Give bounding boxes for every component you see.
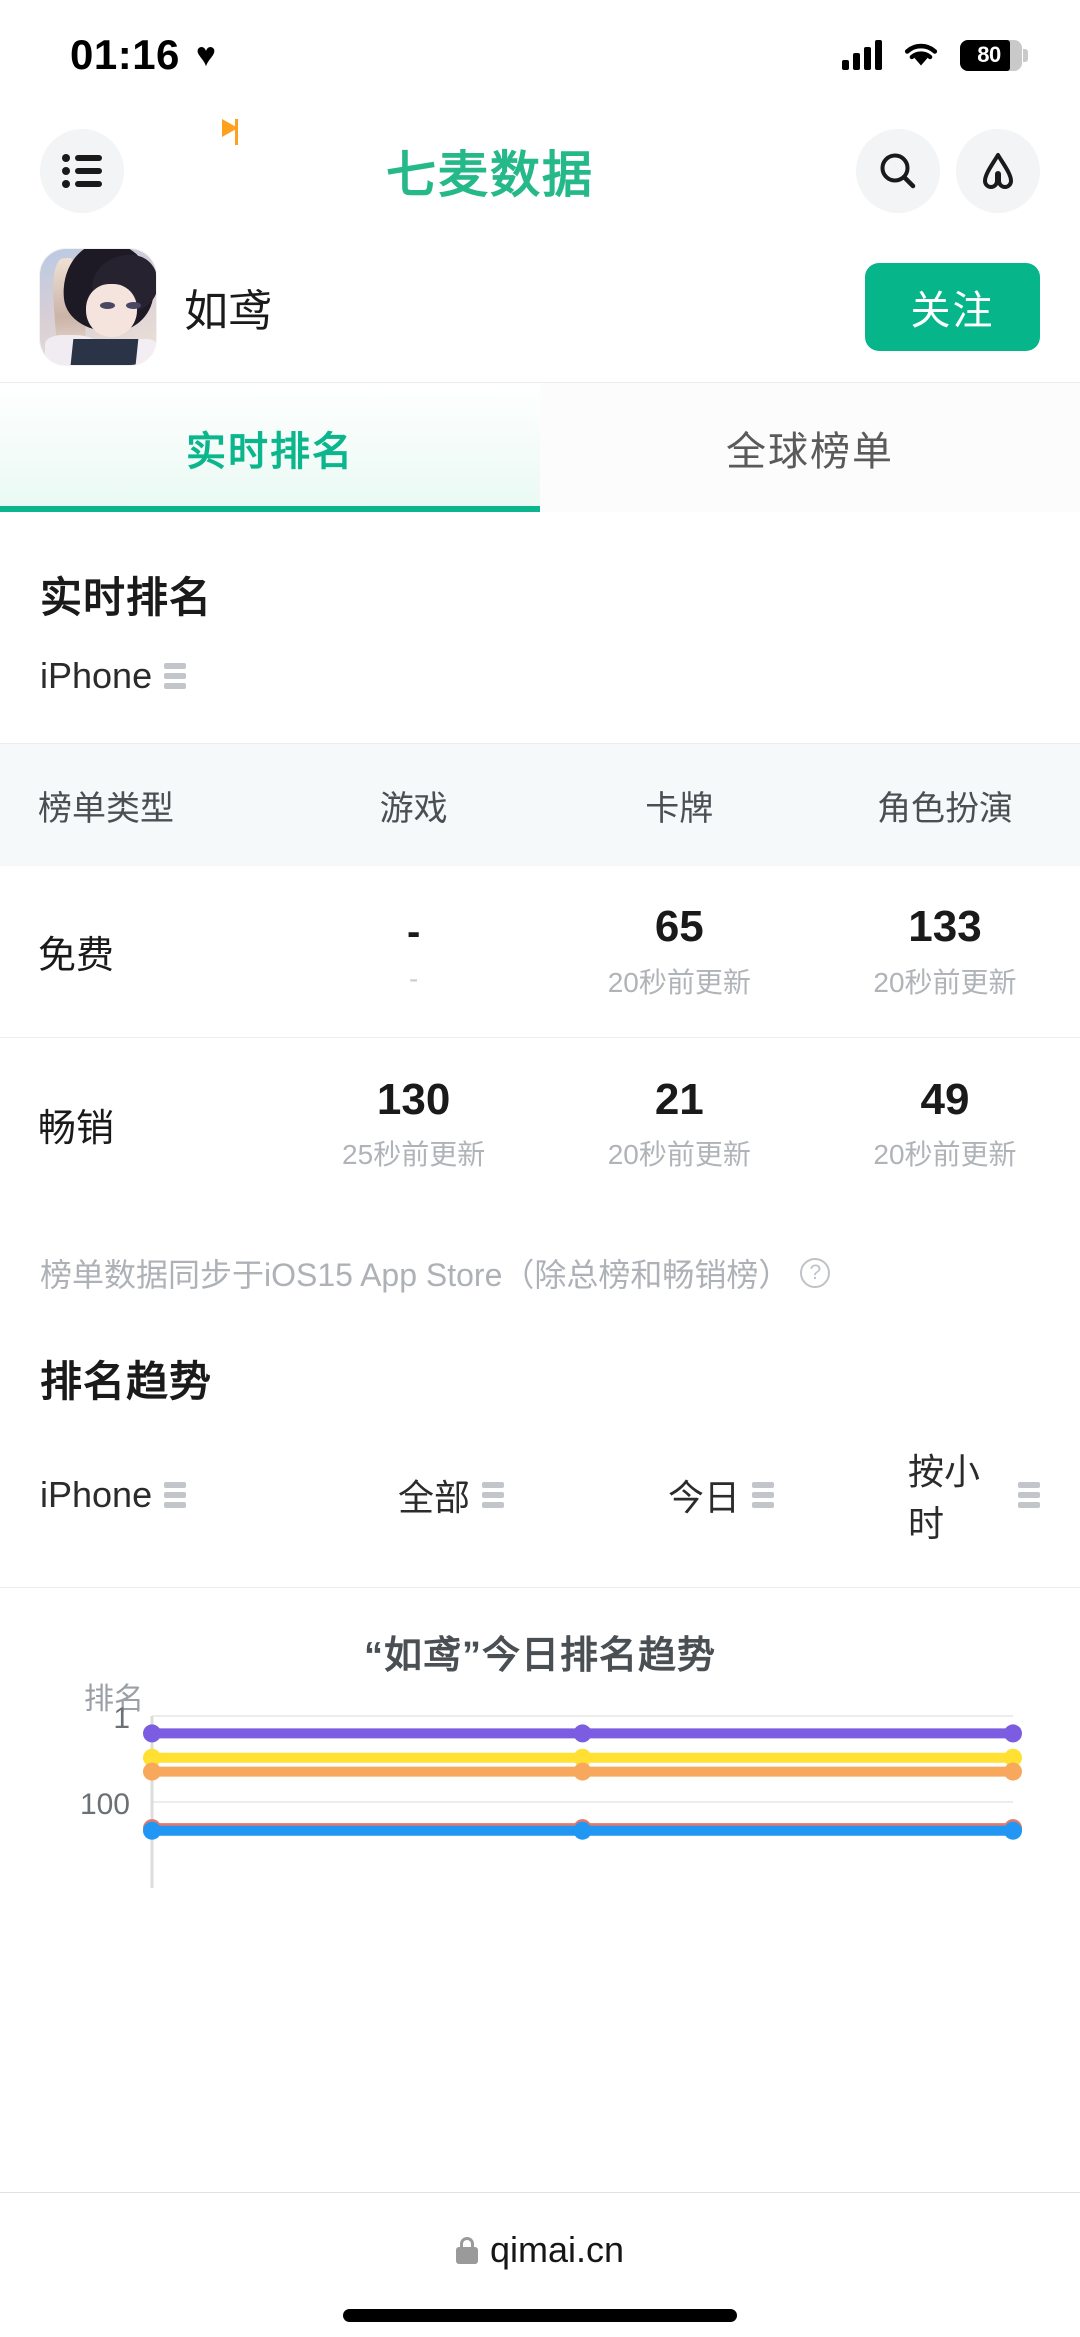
battery-percent: 80: [977, 42, 1001, 67]
app-icon-ruyuan[interactable]: [40, 249, 156, 365]
chevron-bars-icon: [752, 1482, 775, 1508]
grossing-rpg-cell[interactable]: 49 20秒前更新: [812, 1075, 1078, 1174]
trend-section-title: 排名趋势: [40, 1358, 213, 1405]
chevron-bars-icon: [1018, 1482, 1040, 1508]
status-bar-right: 80: [842, 39, 1028, 71]
lock-icon: [455, 2236, 478, 2264]
browser-bottom-bar: qimai.cn: [0, 2192, 1080, 2337]
cellular-signal-icon: [842, 40, 882, 70]
rank-data-note: 榜单数据同步于iOS15 App Store（除总榜和畅销榜） ?: [0, 1210, 1080, 1296]
free-game-cell[interactable]: - -: [281, 909, 547, 995]
app-header-bar: 七麦数据: [0, 110, 1080, 232]
question-mark-icon[interactable]: ?: [800, 1258, 831, 1288]
chevron-bars-icon: [164, 663, 187, 689]
free-card-rank: 65: [654, 902, 704, 952]
chart-point: [573, 1724, 592, 1743]
chevron-bars-icon: [482, 1482, 505, 1508]
home-button[interactable]: [956, 129, 1040, 213]
app-info-row: 如鸢 关注: [0, 232, 1080, 382]
trend-filter-device[interactable]: iPhone: [40, 1443, 290, 1547]
free-card-updated: 20秒前更新: [607, 966, 751, 998]
chevron-bars-icon: [164, 1482, 187, 1508]
search-button[interactable]: [856, 129, 940, 213]
site-logo-text: 七麦数据: [386, 147, 594, 203]
grossing-game-rank: 130: [376, 1074, 451, 1124]
free-game-updated: -: [408, 962, 419, 994]
grossing-game-updated: 25秒前更新: [342, 1139, 486, 1171]
status-bar-left: 01:16 ♥: [70, 31, 216, 79]
status-bar: 01:16 ♥ 80: [0, 0, 1080, 110]
heart-icon: ♥: [195, 36, 217, 74]
url-display[interactable]: qimai.cn: [455, 2229, 625, 2271]
tab-global-rank[interactable]: 全球榜单: [540, 383, 1080, 512]
realtime-rank-table: 榜单类型 游戏 卡牌 角色扮演 免费 - - 65 20秒前更新 133 20秒…: [0, 744, 1080, 1210]
trend-filter-category[interactable]: 全部: [290, 1443, 540, 1547]
device-filter-label: iPhone: [40, 655, 153, 696]
chart-point: [143, 1762, 161, 1781]
follow-button[interactable]: 关注: [865, 263, 1040, 351]
grossing-rpg-rank: 49: [920, 1074, 970, 1124]
free-game-rank: -: [406, 909, 421, 954]
chart-point: [143, 1724, 161, 1743]
row-type-free: 免费: [38, 935, 115, 977]
device-filter-iphone[interactable]: iPhone: [40, 655, 187, 697]
trend-filter-device-label: iPhone: [40, 1474, 153, 1515]
chart-point: [1004, 1821, 1022, 1840]
url-text: qimai.cn: [489, 2229, 625, 2270]
tab-bar: 实时排名 全球榜单: [0, 382, 1080, 512]
free-rpg-cell[interactable]: 133 20秒前更新: [812, 902, 1078, 1001]
search-icon: [880, 153, 916, 189]
trend-filter-granularity[interactable]: 按小时: [790, 1443, 1040, 1547]
battery-icon: 80: [960, 39, 1028, 71]
phone-screen: 01:16 ♥ 80 七麦数据 如鸢 关注 实时排名 全球榜单 实时排名 iPh…: [0, 0, 1080, 2337]
logo-flag-icon: [222, 119, 238, 145]
realtime-section-title: 实时排名: [40, 574, 213, 621]
tab-realtime-rank[interactable]: 实时排名: [0, 383, 540, 512]
table-header-rpg: 角色扮演: [876, 789, 1013, 828]
free-card-cell[interactable]: 65 20秒前更新: [546, 902, 812, 1001]
free-rpg-updated: 20秒前更新: [873, 966, 1017, 998]
chart-point: [1004, 1724, 1022, 1743]
table-header-card: 卡牌: [645, 789, 714, 828]
grossing-card-cell[interactable]: 21 20秒前更新: [546, 1075, 812, 1174]
trend-filter-category-label: 全部: [398, 1477, 471, 1518]
trend-filter-granularity-label: 按小时: [908, 1451, 981, 1544]
grossing-rpg-updated: 20秒前更新: [873, 1139, 1017, 1171]
chart-y-tick: 100: [80, 1788, 130, 1821]
grossing-game-cell[interactable]: 130 25秒前更新: [281, 1075, 547, 1174]
menu-button[interactable]: [40, 129, 124, 213]
list-menu-icon: [62, 154, 102, 188]
chart-point: [573, 1762, 592, 1781]
chart-point: [1004, 1762, 1022, 1781]
app-header-actions: [856, 129, 1040, 213]
table-header-type: 榜单类型: [38, 789, 174, 828]
site-logo[interactable]: 七麦数据: [124, 119, 856, 207]
table-row: 免费 - - 65 20秒前更新 133 20秒前更新: [0, 866, 1080, 1038]
table-header-row: 榜单类型 游戏 卡牌 角色扮演: [0, 744, 1080, 866]
chart-y-tick: 1: [113, 1702, 130, 1735]
status-time: 01:16: [70, 31, 180, 78]
rank-trend-chart[interactable]: “如鸢”今日排名趋势 排名 1 100: [0, 1588, 1080, 1888]
row-type-grossing: 畅销: [38, 1107, 115, 1150]
realtime-filter-row: iPhone: [0, 625, 1080, 697]
rank-data-note-text: 榜单数据同步于iOS15 App Store（除总榜和畅销榜）: [40, 1257, 791, 1293]
wifi-icon: [902, 41, 940, 69]
free-rpg-rank: 133: [908, 902, 982, 952]
chart-point: [143, 1821, 161, 1840]
table-header-game: 游戏: [379, 789, 448, 828]
grossing-card-updated: 20秒前更新: [607, 1139, 751, 1171]
grossing-card-rank: 21: [654, 1074, 704, 1124]
app-title: 如鸢: [184, 287, 272, 336]
chart-canvas: 1 100: [80, 1702, 1022, 1888]
trend-filter-row: iPhone 全部 今日 按小时: [0, 1409, 1080, 1547]
table-row: 畅销 130 25秒前更新 21 20秒前更新 49 20秒前更新: [0, 1038, 1080, 1210]
trend-filter-date-label: 今日: [668, 1477, 741, 1518]
trend-filter-date[interactable]: 今日: [540, 1443, 790, 1547]
chart-point: [573, 1821, 592, 1840]
home-icon: [983, 153, 1013, 189]
home-indicator: [343, 2309, 737, 2322]
